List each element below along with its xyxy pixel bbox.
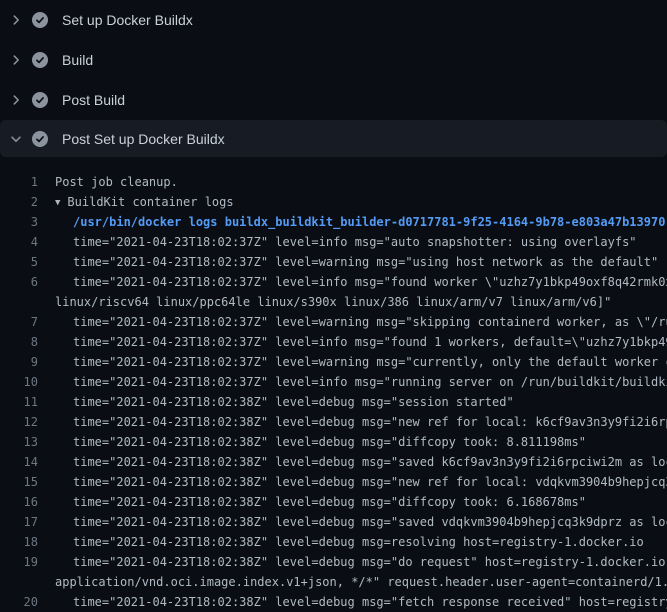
step-row-set-up-docker-buildx[interactable]: Set up Docker Buildx bbox=[0, 0, 667, 40]
log-line-continuation: application/vnd.oci.image.index.v1+json,… bbox=[0, 572, 667, 592]
log-line-text: time="2021-04-23T18:02:37Z" level=warnin… bbox=[73, 352, 667, 372]
log-group-toggle-icon[interactable]: ▼ bbox=[55, 193, 60, 212]
log-line-number[interactable]: 13 bbox=[0, 432, 38, 452]
log-line-number[interactable]: 17 bbox=[0, 512, 38, 532]
log-line: 1 Post job cleanup. bbox=[0, 172, 667, 192]
log-line: 4 time="2021-04-23T18:02:37Z" level=info … bbox=[0, 232, 667, 252]
log-line-text: time="2021-04-23T18:02:38Z" level=debug … bbox=[73, 552, 667, 572]
log-line: 14 time="2021-04-23T18:02:38Z" level=debu… bbox=[0, 452, 667, 472]
log-line: 9 time="2021-04-23T18:02:37Z" level=warni… bbox=[0, 352, 667, 372]
log-line-number[interactable]: 2 bbox=[0, 192, 38, 212]
log-line-number[interactable]: 6 bbox=[0, 272, 38, 292]
log-line: 11 time="2021-04-23T18:02:38Z" level=debu… bbox=[0, 392, 667, 412]
log-line-number[interactable]: 18 bbox=[0, 532, 38, 552]
log-line-text: time="2021-04-23T18:02:37Z" level=info m… bbox=[73, 332, 667, 352]
log-line: 6 time="2021-04-23T18:02:37Z" level=info … bbox=[0, 272, 667, 292]
step-label: Post Set up Docker Buildx bbox=[62, 129, 225, 149]
log-line-text: time="2021-04-23T18:02:38Z" level=debug … bbox=[73, 512, 667, 532]
chevron-right-icon[interactable] bbox=[8, 52, 24, 68]
log-line: 5 time="2021-04-23T18:02:37Z" level=warni… bbox=[0, 252, 667, 272]
log-group-header[interactable]: ▼ BuildKit container logs bbox=[55, 192, 234, 212]
log-line: 18 time="2021-04-23T18:02:38Z" level=debu… bbox=[0, 532, 667, 552]
log-line-text: time="2021-04-23T18:02:38Z" level=debug … bbox=[73, 392, 514, 412]
log-line-continuation: linux/riscv64 linux/ppc64le linux/s390x … bbox=[0, 292, 667, 312]
log-line: 12 time="2021-04-23T18:02:38Z" level=debu… bbox=[0, 412, 667, 432]
log-line-text: time="2021-04-23T18:02:37Z" level=info m… bbox=[73, 272, 667, 292]
log-line-number[interactable]: 9 bbox=[0, 352, 38, 372]
log-line-number[interactable]: 11 bbox=[0, 392, 38, 412]
check-circle-icon bbox=[32, 92, 48, 108]
step-row-post-set-up-docker-buildx[interactable]: Post Set up Docker Buildx bbox=[0, 120, 667, 157]
log-line: 8 time="2021-04-23T18:02:37Z" level=info … bbox=[0, 332, 667, 352]
log-line: 2 ▼ BuildKit container logs bbox=[0, 192, 667, 212]
log-line-text: time="2021-04-23T18:02:37Z" level=info m… bbox=[73, 232, 637, 252]
log-command-text: /usr/bin/docker logs buildx_buildkit_bui… bbox=[73, 212, 665, 232]
log-line-number[interactable]: 7 bbox=[0, 312, 38, 332]
step-row-post-build[interactable]: Post Build bbox=[0, 80, 667, 120]
steps-list: Set up Docker Buildx Build Post Build Post … bbox=[0, 0, 667, 157]
chevron-right-icon[interactable] bbox=[8, 92, 24, 108]
log-line-number[interactable]: 16 bbox=[0, 492, 38, 512]
log-line-text: Post job cleanup. bbox=[55, 172, 178, 192]
log-line: 20 time="2021-04-23T18:02:38Z" level=debu… bbox=[0, 592, 667, 612]
chevron-right-icon[interactable] bbox=[8, 12, 24, 28]
log-line-text: time="2021-04-23T18:02:38Z" level=debug … bbox=[73, 532, 644, 552]
log-line-number[interactable]: 3 bbox=[0, 212, 38, 232]
log-line-text: time="2021-04-23T18:02:38Z" level=debug … bbox=[73, 472, 667, 492]
log-line-number[interactable]: 12 bbox=[0, 412, 38, 432]
log-line: 16 time="2021-04-23T18:02:38Z" level=debu… bbox=[0, 492, 667, 512]
log-line-number[interactable]: 14 bbox=[0, 452, 38, 472]
log-line-text: time="2021-04-23T18:02:37Z" level=warnin… bbox=[73, 252, 658, 272]
log-line-text: time="2021-04-23T18:02:38Z" level=debug … bbox=[73, 412, 667, 432]
log-line: 10 time="2021-04-23T18:02:37Z" level=info… bbox=[0, 372, 667, 392]
log-line-text: time="2021-04-23T18:02:38Z" level=debug … bbox=[73, 492, 586, 512]
log-line-text: linux/riscv64 linux/ppc64le linux/s390x … bbox=[55, 292, 611, 312]
log-line-number[interactable]: 15 bbox=[0, 472, 38, 492]
log-line-text: time="2021-04-23T18:02:38Z" level=debug … bbox=[73, 432, 586, 452]
log-group-title[interactable]: BuildKit container logs bbox=[67, 195, 233, 209]
workflow-log-panel: Set up Docker Buildx Build Post Build Post … bbox=[0, 0, 667, 612]
log-line-text: time="2021-04-23T18:02:37Z" level=info m… bbox=[73, 372, 667, 392]
log-line: 7 time="2021-04-23T18:02:37Z" level=warni… bbox=[0, 312, 667, 332]
log-line-number[interactable]: 20 bbox=[0, 592, 38, 612]
log-line-number[interactable]: 5 bbox=[0, 252, 38, 272]
log-line-number bbox=[0, 292, 38, 312]
check-circle-icon bbox=[32, 12, 48, 28]
step-label: Post Build bbox=[62, 90, 125, 110]
log-line: 3/usr/bin/docker logs buildx_buildkit_bu… bbox=[0, 212, 667, 232]
log-line-text: time="2021-04-23T18:02:38Z" level=debug … bbox=[73, 592, 667, 612]
step-row-build[interactable]: Build bbox=[0, 40, 667, 80]
log-line-text: application/vnd.oci.image.index.v1+json,… bbox=[55, 572, 667, 592]
log-line-number[interactable]: 19 bbox=[0, 552, 38, 572]
step-label: Build bbox=[62, 50, 93, 70]
log-line: 13 time="2021-04-23T18:02:38Z" level=debu… bbox=[0, 432, 667, 452]
log-line: 15 time="2021-04-23T18:02:38Z" level=debu… bbox=[0, 472, 667, 492]
log-line-text: time="2021-04-23T18:02:37Z" level=warnin… bbox=[73, 312, 667, 332]
log-line-number bbox=[0, 572, 38, 592]
check-circle-icon bbox=[32, 52, 48, 68]
check-circle-icon bbox=[32, 131, 48, 147]
log-line-number[interactable]: 1 bbox=[0, 172, 38, 192]
log-line-number[interactable]: 8 bbox=[0, 332, 38, 352]
log-line: 17 time="2021-04-23T18:02:38Z" level=debu… bbox=[0, 512, 667, 532]
log-line: 19 time="2021-04-23T18:02:38Z" level=debu… bbox=[0, 552, 667, 572]
log-lines: 1 Post job cleanup. 2 ▼ BuildKit container l… bbox=[0, 157, 667, 612]
log-line-text: time="2021-04-23T18:02:38Z" level=debug … bbox=[73, 452, 667, 472]
step-label: Set up Docker Buildx bbox=[62, 10, 193, 30]
chevron-down-icon[interactable] bbox=[8, 131, 24, 147]
log-line-number[interactable]: 4 bbox=[0, 232, 38, 252]
log-line-number[interactable]: 10 bbox=[0, 372, 38, 392]
